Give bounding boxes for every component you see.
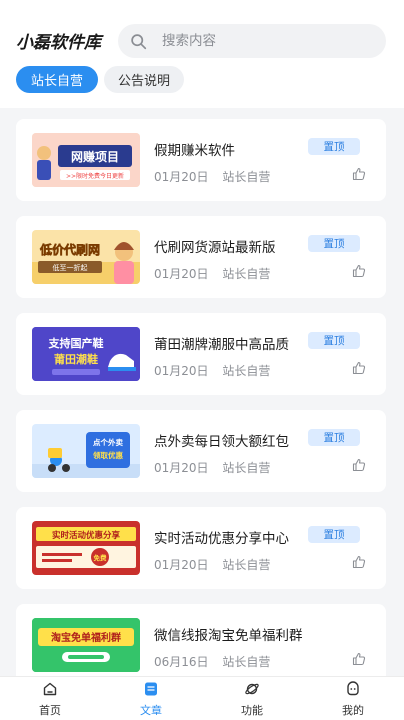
thumbs-up-icon <box>352 264 366 278</box>
article-date: 01月20日 <box>154 558 209 572</box>
article-title[interactable]: 实时活动优惠分享中心 <box>154 527 289 547</box>
tabbar-item-home[interactable]: 首页 <box>20 681 80 719</box>
search-input[interactable] <box>162 33 362 49</box>
article-author: 站长自营 <box>222 461 271 475</box>
tabbar-item-features[interactable]: 功能 <box>222 681 282 719</box>
thumb-text: 淘宝免单福利群 <box>51 631 121 644</box>
article-meta: 01月20日 站长自营 <box>154 168 270 185</box>
article-icon <box>145 682 157 696</box>
category-tabs: 站长自营 公告说明 <box>0 62 404 108</box>
article-meta: 06月16日 站长自营 <box>154 653 270 670</box>
planet-icon <box>245 683 259 695</box>
article-meta: 01月20日 站长自营 <box>154 362 270 379</box>
tabbar-label: 功能 <box>241 704 263 717</box>
article-thumbnail: 支持国产鞋 莆田潮鞋 <box>32 327 140 381</box>
article-date: 01月20日 <box>154 170 209 184</box>
thumb-subtext: 低至一折起 <box>53 263 88 272</box>
article-meta: 01月20日 站长自营 <box>154 459 270 476</box>
like-button[interactable] <box>352 361 366 375</box>
pinned-badge: 置顶 <box>308 429 360 446</box>
thumb-text: 点个外卖 <box>93 437 123 447</box>
thumb-text: 网赚项目 <box>71 149 119 164</box>
thumb-subtext: 莆田潮鞋 <box>54 352 98 366</box>
tabbar-label: 文章 <box>140 704 162 717</box>
like-button[interactable] <box>352 652 366 666</box>
article-card[interactable]: 网赚项目 >>限时免费今日更新 假期赚米软件 01月20日 站长自营 置顶 <box>16 119 386 201</box>
article-card[interactable]: 点个外卖 领取优惠 点外卖每日领大额红包 01月20日 站长自营 置顶 <box>16 410 386 492</box>
pinned-badge: 置顶 <box>308 526 360 543</box>
thumb-text: 实时活动优惠分享 <box>52 530 121 541</box>
tabbar-item-profile[interactable]: 我的 <box>323 681 383 719</box>
thumbs-up-icon <box>352 555 366 569</box>
article-author: 站长自营 <box>222 170 271 184</box>
article-author: 站长自营 <box>222 655 271 669</box>
tabbar-label: 我的 <box>342 704 364 717</box>
like-button[interactable] <box>352 458 366 472</box>
article-title[interactable]: 微信线报淘宝免单福利群 <box>154 624 303 644</box>
like-button[interactable] <box>352 555 366 569</box>
thumb-text: 支持国产鞋 <box>48 336 104 350</box>
article-thumbnail: 实时活动优惠分享 免费 <box>32 521 140 575</box>
article-author: 站长自营 <box>222 267 271 281</box>
pinned-badge: 置顶 <box>308 235 360 252</box>
app-title: 小磊软件库 <box>16 33 101 53</box>
bottom-tab-bar: 首页 文章 功能 我的 <box>0 676 404 720</box>
thumb-subtext: 领取优惠 <box>93 450 123 460</box>
profile-icon <box>347 681 359 696</box>
like-button[interactable] <box>352 167 366 181</box>
article-date: 01月20日 <box>154 364 209 378</box>
article-thumbnail: 网赚项目 >>限时免费今日更新 <box>32 133 140 187</box>
thumb-text: 低价代刷网 <box>39 242 100 257</box>
like-button[interactable] <box>352 264 366 278</box>
thumbs-up-icon <box>352 652 366 666</box>
article-date: 06月16日 <box>154 655 209 669</box>
tabbar-item-articles[interactable]: 文章 <box>121 681 181 719</box>
search-icon <box>131 33 147 49</box>
article-card[interactable]: 实时活动优惠分享 免费 实时活动优惠分享中心 01月20日 站长自营 置顶 <box>16 507 386 589</box>
pinned-badge: 置顶 <box>308 138 360 155</box>
article-thumbnail: 淘宝免单福利群 <box>32 618 140 672</box>
article-title[interactable]: 假期赚米软件 <box>154 139 235 159</box>
article-meta: 01月20日 站长自营 <box>154 265 270 282</box>
thumbs-up-icon <box>352 361 366 375</box>
article-author: 站长自营 <box>222 364 271 378</box>
home-icon <box>43 682 57 696</box>
pinned-badge: 置顶 <box>308 332 360 349</box>
tab-self-operated[interactable]: 站长自营 <box>16 66 98 93</box>
thumb-subtext: 免费 <box>94 553 108 562</box>
article-thumbnail: 低价代刷网 低至一折起 <box>32 230 140 284</box>
top-bar: 小磊软件库 <box>0 0 404 62</box>
article-card[interactable]: 淘宝免单福利群 微信线报淘宝免单福利群 06月16日 站长自营 <box>16 604 386 686</box>
article-author: 站长自营 <box>222 558 271 572</box>
search-bar[interactable] <box>118 24 386 58</box>
article-thumbnail: 点个外卖 领取优惠 <box>32 424 140 478</box>
article-meta: 01月20日 站长自营 <box>154 556 270 573</box>
article-card[interactable]: 支持国产鞋 莆田潮鞋 莆田潮牌潮服中高品质 01月20日 站长自营 置顶 <box>16 313 386 395</box>
tab-announcements[interactable]: 公告说明 <box>104 66 184 93</box>
article-title[interactable]: 莆田潮牌潮服中高品质 <box>154 333 289 353</box>
tabbar-label: 首页 <box>39 704 61 717</box>
thumbs-up-icon <box>352 167 366 181</box>
article-date: 01月20日 <box>154 267 209 281</box>
article-title[interactable]: 点外卖每日领大额红包 <box>154 430 289 450</box>
thumb-subtext: >>限时免费今日更新 <box>66 172 124 180</box>
thumbs-up-icon <box>352 458 366 472</box>
article-title[interactable]: 代刷网货源站最新版 <box>154 236 276 256</box>
article-card[interactable]: 低价代刷网 低至一折起 代刷网货源站最新版 01月20日 站长自营 置顶 <box>16 216 386 298</box>
article-date: 01月20日 <box>154 461 209 475</box>
